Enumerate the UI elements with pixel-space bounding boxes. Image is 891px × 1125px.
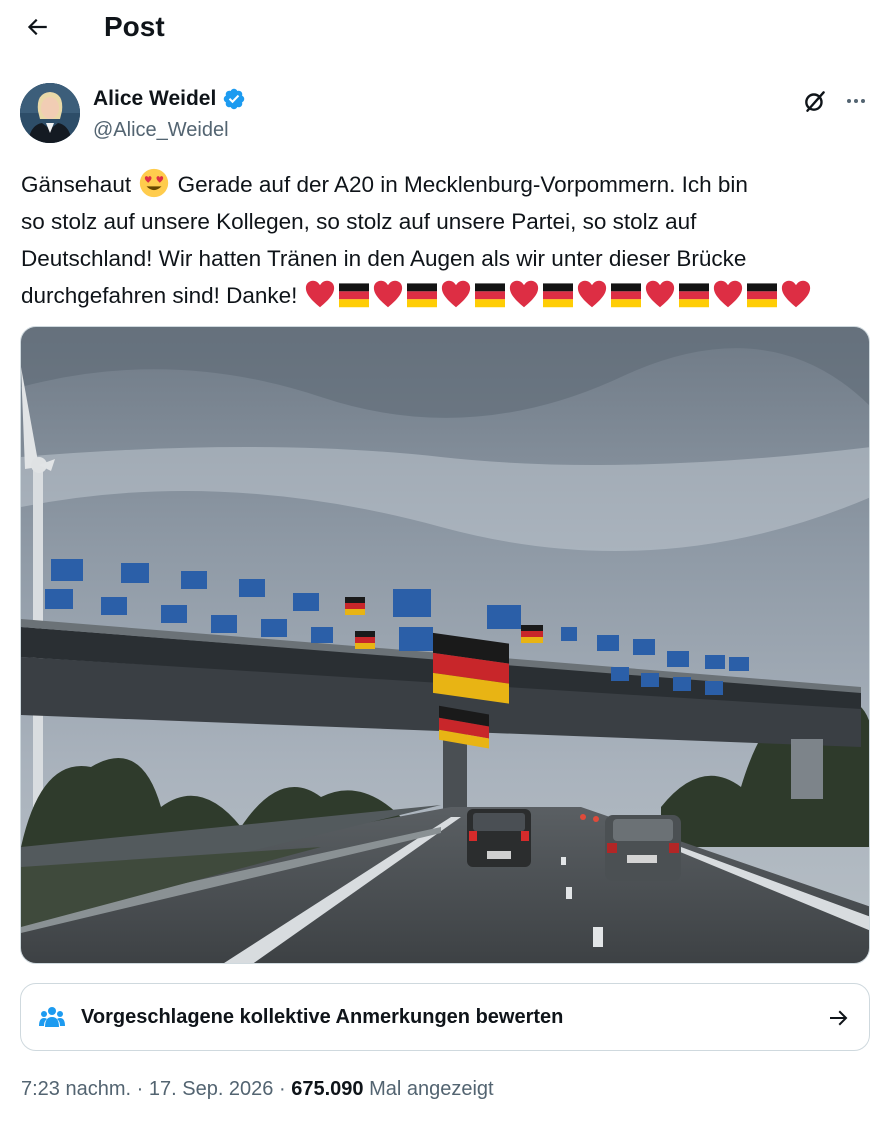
red-heart-emoji-icon — [305, 280, 334, 308]
view-count-label: Mal angezeigt — [369, 1078, 494, 1100]
germany-flag-emoji-icon — [474, 283, 505, 308]
people-icon — [39, 1007, 65, 1027]
red-heart-emoji-icon — [781, 280, 810, 308]
post-text-line: Deutschland! Wir hatten Tränen in den Au… — [21, 246, 747, 271]
post-photo[interactable] — [20, 326, 870, 964]
post-meta: 7:23 nachm. · 17. Sep. 2026 · 675.090 Ma… — [21, 1074, 494, 1104]
author-name-text: Alice Weidel — [93, 87, 217, 110]
post-text-segment: Gänsehaut — [21, 172, 132, 197]
view-count: 675.090 — [291, 1078, 364, 1100]
post-timestamp-date[interactable]: 17. Sep. 2026 — [149, 1078, 274, 1100]
back-button[interactable] — [18, 8, 56, 46]
heart-eyes-emoji-icon — [140, 168, 169, 198]
red-heart-emoji-icon — [373, 280, 402, 308]
grok-icon — [805, 91, 825, 112]
community-notes-label: Vorgeschlagene kollektive Anmerkungen be… — [81, 1005, 564, 1028]
germany-flag-emoji-icon — [678, 283, 709, 308]
arrow-left-icon — [27, 18, 47, 36]
germany-flag-emoji-icon — [746, 283, 777, 308]
germany-flag-emoji-icon — [406, 283, 437, 308]
post-text-line: durchgefahren sind! Danke! — [21, 277, 873, 314]
post-text-segment: Gerade auf der A20 in Mecklenburg-Vorpom… — [177, 172, 748, 197]
germany-flag-emoji-icon — [338, 283, 369, 308]
emoji-sequence — [304, 279, 812, 309]
meta-separator: · — [279, 1078, 286, 1100]
red-heart-emoji-icon — [577, 280, 606, 308]
photo-highway-bridge — [21, 327, 869, 963]
avatar[interactable] — [20, 83, 80, 143]
page-title: Post — [104, 11, 165, 42]
post-text-line: so stolz auf unsere Kollegen, so stolz a… — [21, 209, 697, 234]
post-text: Gänsehaut Gerade auf der A20 in Mecklenb… — [21, 166, 873, 314]
red-heart-emoji-icon — [509, 280, 538, 308]
red-heart-emoji-icon — [441, 280, 470, 308]
community-notes-rate-button[interactable]: Vorgeschlagene kollektive Anmerkungen be… — [20, 983, 870, 1051]
author-handle[interactable]: @Alice_Weidel — [93, 117, 229, 143]
post-text-line: Gänsehaut Gerade auf der A20 in Mecklenb… — [21, 166, 873, 203]
author-name[interactable]: Alice Weidel — [93, 86, 246, 112]
post-text-segment: durchgefahren sind! Danke! — [21, 283, 298, 308]
grok-button[interactable] — [798, 84, 832, 118]
arrow-right-icon — [830, 1010, 848, 1026]
meta-separator: · — [136, 1078, 144, 1100]
more-horizontal-icon — [847, 99, 865, 103]
top-bar: Post — [0, 0, 891, 54]
post-timestamp-time[interactable]: 7:23 nachm. — [21, 1078, 131, 1100]
more-button[interactable] — [838, 84, 874, 118]
verified-badge-icon — [224, 88, 245, 110]
red-heart-emoji-icon — [645, 280, 674, 308]
red-heart-emoji-icon — [713, 280, 742, 308]
germany-flag-emoji-icon — [542, 283, 573, 308]
germany-flag-emoji-icon — [610, 283, 641, 308]
